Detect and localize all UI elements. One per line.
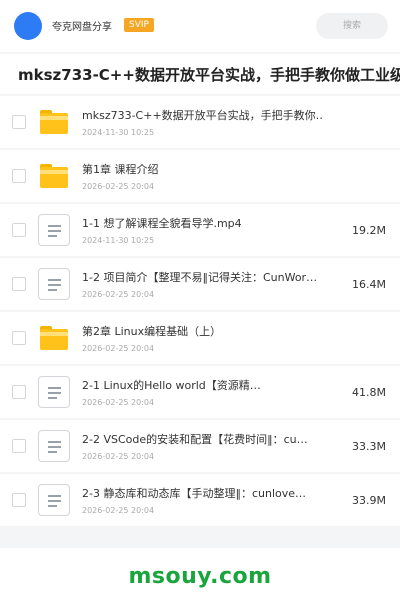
item-checkbox[interactable] [12,493,26,507]
list-item[interactable]: 1-2 项目简介【整理不易‖记得关注：CunWor… 2026-02-25 20:… [0,258,400,310]
item-name: 1-2 项目简介【整理不易‖记得关注：CunWor… [82,271,318,284]
file-icon [38,268,70,300]
item-name: 1-1 想了解课程全貌看导学.mp4 [82,217,242,230]
search-input[interactable]: 搜索 [316,13,388,39]
list-item[interactable]: 2-1 Linux的Hello world【资源精… 2026-02-25 20:… [0,366,400,418]
item-size: 33.9M [352,494,386,507]
item-date: 2026-02-25 20:04 [82,344,155,353]
item-checkbox[interactable] [12,223,26,237]
item-size: 33.3M [352,440,386,453]
watermark: msouy.com [128,564,272,589]
item-date: 2026-02-25 20:04 [82,506,155,515]
item-date: 2026-02-25 20:04 [82,452,155,461]
item-size: 16.4M [352,278,386,291]
list-item[interactable]: 第1章 课程介绍 2026-02-25 20:04 [0,150,400,202]
item-name: 2-3 静态库和动态库【手动整理‖：cunlove… [82,487,307,500]
item-name: 第1章 课程介绍 [82,163,159,176]
file-icon [38,214,70,246]
svip-badge: SVIP [124,18,154,32]
list-item[interactable]: 2-3 静态库和动态库【手动整理‖：cunlove… 2026-02-25 20:… [0,474,400,526]
item-name: mksz733-C++数据开放平台实战，手把手教你… [82,109,322,122]
folder-title: mksz733-C++数据开放平台实战，手把手教你做工业级… [18,66,400,84]
file-list: mksz733-C++数据开放平台实战，手把手教你… 2024-11-30 10:… [0,96,400,528]
item-checkbox[interactable] [12,385,26,399]
item-date: 2026-02-25 20:04 [82,290,155,299]
list-item[interactable]: 1-1 想了解课程全貌看导学.mp4 2024-11-30 10:25 19.2M [0,204,400,256]
share-title: 夸克网盘分享 [52,22,112,33]
header-bar: 夸克网盘分享 SVIP 搜索 [0,0,400,52]
list-item[interactable]: 2-2 VSCode的安装和配置【花费时间‖：cu… 2026-02-25 20:… [0,420,400,472]
folder-title-bar: mksz733-C++数据开放平台实战，手把手教你做工业级… [0,54,400,94]
share-page: 夸克网盘分享 SVIP 搜索 mksz733-C++数据开放平台实战，手把手教你… [0,0,400,600]
item-name: 2-1 Linux的Hello world【资源精… [82,379,261,392]
footer: msouy.com [0,548,400,600]
folder-icon [38,322,70,354]
item-checkbox[interactable] [12,115,26,129]
file-icon [38,430,70,462]
item-size: 41.8M [352,386,386,399]
folder-icon [38,160,70,192]
list-item[interactable]: mksz733-C++数据开放平台实战，手把手教你… 2024-11-30 10:… [0,96,400,148]
item-size: 19.2M [352,224,386,237]
item-checkbox[interactable] [12,277,26,291]
item-checkbox[interactable] [12,169,26,183]
item-checkbox[interactable] [12,439,26,453]
avatar[interactable] [14,12,42,40]
item-name: 2-2 VSCode的安装和配置【花费时间‖：cu… [82,433,308,446]
folder-icon [38,106,70,138]
item-name: 第2章 Linux编程基础（上） [82,325,222,338]
file-icon [38,484,70,516]
item-checkbox[interactable] [12,331,26,345]
item-date: 2024-11-30 10:25 [82,128,155,137]
list-item[interactable]: 第2章 Linux编程基础（上） 2026-02-25 20:04 [0,312,400,364]
item-date: 2026-02-25 20:04 [82,398,155,407]
item-date: 2024-11-30 10:25 [82,236,155,245]
item-date: 2026-02-25 20:04 [82,182,155,191]
file-icon [38,376,70,408]
